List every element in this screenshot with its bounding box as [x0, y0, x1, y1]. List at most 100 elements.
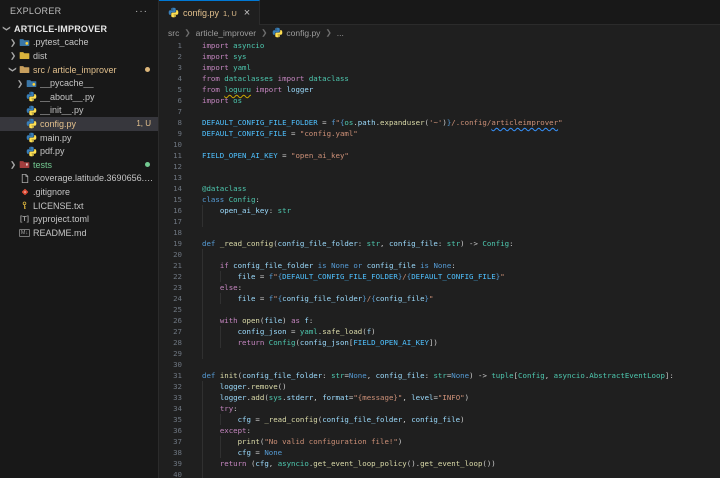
code-line[interactable]: 25 [159, 304, 720, 315]
code-line[interactable]: 23 else: [159, 282, 720, 293]
breadcrumb-item[interactable]: article_improver [196, 28, 256, 38]
code-line[interactable]: 33 logger.add(sys.stderr, format="{messa… [159, 392, 720, 403]
chevron-right-icon[interactable]: ❯ [8, 160, 18, 169]
folder-tan-icon [18, 64, 31, 75]
chevron-right-icon[interactable]: ❯ [15, 79, 25, 88]
code-line[interactable]: 11 FIELD_OPEN_AI_KEY = "open_ai_key" [159, 150, 720, 161]
code-line[interactable]: 6 import os [159, 95, 720, 106]
sidebar-item-coverage-latitude-3690656-xhoa[interactable]: .coverage.latitude.3690656.XHOa... [0, 172, 158, 186]
breadcrumb-item[interactable]: src [168, 28, 179, 38]
indent-guide [202, 249, 203, 260]
code-line[interactable]: 30 [159, 359, 720, 370]
sidebar-item-main-py[interactable]: main.py [0, 131, 158, 145]
code-line[interactable]: 22 file = f"{DEFAULT_CONFIG_FILE_FOLDER}… [159, 271, 720, 282]
code-area[interactable]: 1 import asyncio 2 import sys 3 import yaml 4 f… [159, 40, 720, 478]
line-number: 33 [173, 393, 182, 402]
breadcrumb: src ❯ article_improver ❯ config.py ❯... [159, 25, 720, 40]
code-line[interactable]: 20 [159, 249, 720, 260]
code-line[interactable]: 7 [159, 106, 720, 117]
code-line[interactable]: 2 import sys [159, 51, 720, 62]
code-text: FIELD_OPEN_AI_KEY = "open_ai_key" [202, 151, 349, 160]
code-line[interactable]: 35 cfg = _read_config(config_file_folder… [159, 414, 720, 425]
sidebar-item-label: LICENSE.txt [33, 200, 84, 211]
sidebar-item-gitignore[interactable]: .gitignore [0, 185, 158, 199]
sidebar-item-label: ARTICLE-IMPROVER [14, 23, 108, 34]
sidebar-item-readme-md[interactable]: M↓ README.md [0, 226, 158, 240]
sidebar-item-about-py[interactable]: __about__.py [0, 90, 158, 104]
close-icon[interactable]: × [244, 7, 250, 19]
sidebar-item-label: __init__.py [40, 105, 84, 116]
line-number: 4 [177, 74, 182, 83]
code-text: @dataclass [202, 184, 247, 193]
editor-group: config.py 1, U × src ❯ article_improver ❯ co… [159, 0, 720, 478]
tab-status-badge: 1, U [223, 8, 237, 18]
sidebar-item-config-py[interactable]: config.py 1, U [0, 117, 158, 131]
code-line[interactable]: 29 [159, 348, 720, 359]
sidebar-item-label: pyproject.toml [33, 214, 90, 225]
breadcrumb-item[interactable]: config.py [272, 27, 320, 38]
code-line[interactable]: 21 if config_file_folder is None or conf… [159, 260, 720, 271]
code-text: if config_file_folder is None or config_… [219, 261, 456, 270]
code-text: return (cfg, asyncio.get_event_loop_poli… [219, 459, 496, 468]
sidebar-item-pytest-cache[interactable]: ❯ .pytest_cache [0, 36, 158, 50]
code-line[interactable]: 8 DEFAULT_CONFIG_FILE_FOLDER = f"{os.path… [159, 117, 720, 128]
chevron-down-icon[interactable]: ❯ [9, 65, 18, 75]
folder-yellow-icon [18, 50, 31, 61]
code-line[interactable]: 18 [159, 227, 720, 238]
code-line[interactable]: 31 def init(config_file_folder: str=None,… [159, 370, 720, 381]
line-number: 10 [173, 140, 182, 149]
chevron-right-icon[interactable]: ❯ [8, 51, 18, 60]
sidebar-item-article-improver[interactable]: ❯ ARTICLE-IMPROVER [0, 22, 158, 36]
code-text: with open(file) as f: [219, 316, 314, 325]
code-line[interactable]: 39 return (cfg, asyncio.get_event_loop_p… [159, 458, 720, 469]
sidebar-item-pdf-py[interactable]: pdf.py [0, 144, 158, 158]
sidebar-item-pycache[interactable]: ❯ __pycache__ [0, 76, 158, 90]
sidebar-item-license-txt[interactable]: LICENSE.txt [0, 199, 158, 213]
code-text: import os [202, 96, 243, 105]
code-text: print("No valid configuration file!") [237, 437, 403, 446]
code-line[interactable]: 12 [159, 161, 720, 172]
line-number: 6 [177, 96, 182, 105]
code-text: from dataclasses import dataclass [202, 74, 349, 83]
code-line[interactable]: 16 open_ai_key: str [159, 205, 720, 216]
code-line[interactable]: 5 from loguru import logger [159, 84, 720, 95]
code-line[interactable]: 19 def _read_config(config_file_folder: s… [159, 238, 720, 249]
code-line[interactable]: 32 logger.remove() [159, 381, 720, 392]
sidebar-item-tests[interactable]: ❯ tests [0, 158, 158, 172]
code-line[interactable]: 36 except: [159, 425, 720, 436]
line-number: 5 [177, 85, 182, 94]
python-icon [25, 118, 38, 129]
code-line[interactable]: 1 import asyncio [159, 40, 720, 51]
sidebar-item-init-py[interactable]: __init__.py [0, 104, 158, 118]
code-line[interactable]: 28 return Config(config_json[FIELD_OPEN_… [159, 337, 720, 348]
code-line[interactable]: 40 [159, 469, 720, 478]
breadcrumb-item[interactable]: ... [337, 28, 344, 38]
code-line[interactable]: 10 [159, 139, 720, 150]
code-line[interactable]: 27 config_json = yaml.safe_load(f) [159, 326, 720, 337]
line-number: 13 [173, 173, 182, 182]
code-line[interactable]: 13 [159, 172, 720, 183]
more-actions-icon[interactable]: ··· [135, 6, 148, 17]
code-line[interactable]: 15 class Config: [159, 194, 720, 205]
sidebar-item-dist[interactable]: ❯ dist [0, 49, 158, 63]
code-line[interactable]: 24 file = f"{config_file_folder}/{config… [159, 293, 720, 304]
sidebar-item-pyproject-toml[interactable]: [T] pyproject.toml [0, 212, 158, 226]
chevron-right-icon[interactable]: ❯ [8, 38, 18, 47]
indent-guide [202, 216, 203, 227]
code-line[interactable]: 37 print("No valid configuration file!") [159, 436, 720, 447]
tab-config-py[interactable]: config.py 1, U × [159, 0, 261, 25]
code-line[interactable]: 14 @dataclass [159, 183, 720, 194]
code-line[interactable]: 38 cfg = None [159, 447, 720, 458]
line-number: 34 [173, 404, 182, 413]
code-line[interactable]: 34 try: [159, 403, 720, 414]
code-line[interactable]: 17 [159, 216, 720, 227]
python-icon [25, 146, 38, 157]
code-line[interactable]: 26 with open(file) as f: [159, 315, 720, 326]
code-text: open_ai_key: str [219, 206, 292, 215]
code-line[interactable]: 9 DEFAULT_CONFIG_FILE = "config.yaml" [159, 128, 720, 139]
line-number: 36 [173, 426, 182, 435]
code-line[interactable]: 3 import yaml [159, 62, 720, 73]
code-line[interactable]: 4 from dataclasses import dataclass [159, 73, 720, 84]
sidebar-item-src-article-improver[interactable]: ❯ src / article_improver [0, 63, 158, 77]
chevron-down-icon[interactable]: ❯ [3, 24, 12, 34]
